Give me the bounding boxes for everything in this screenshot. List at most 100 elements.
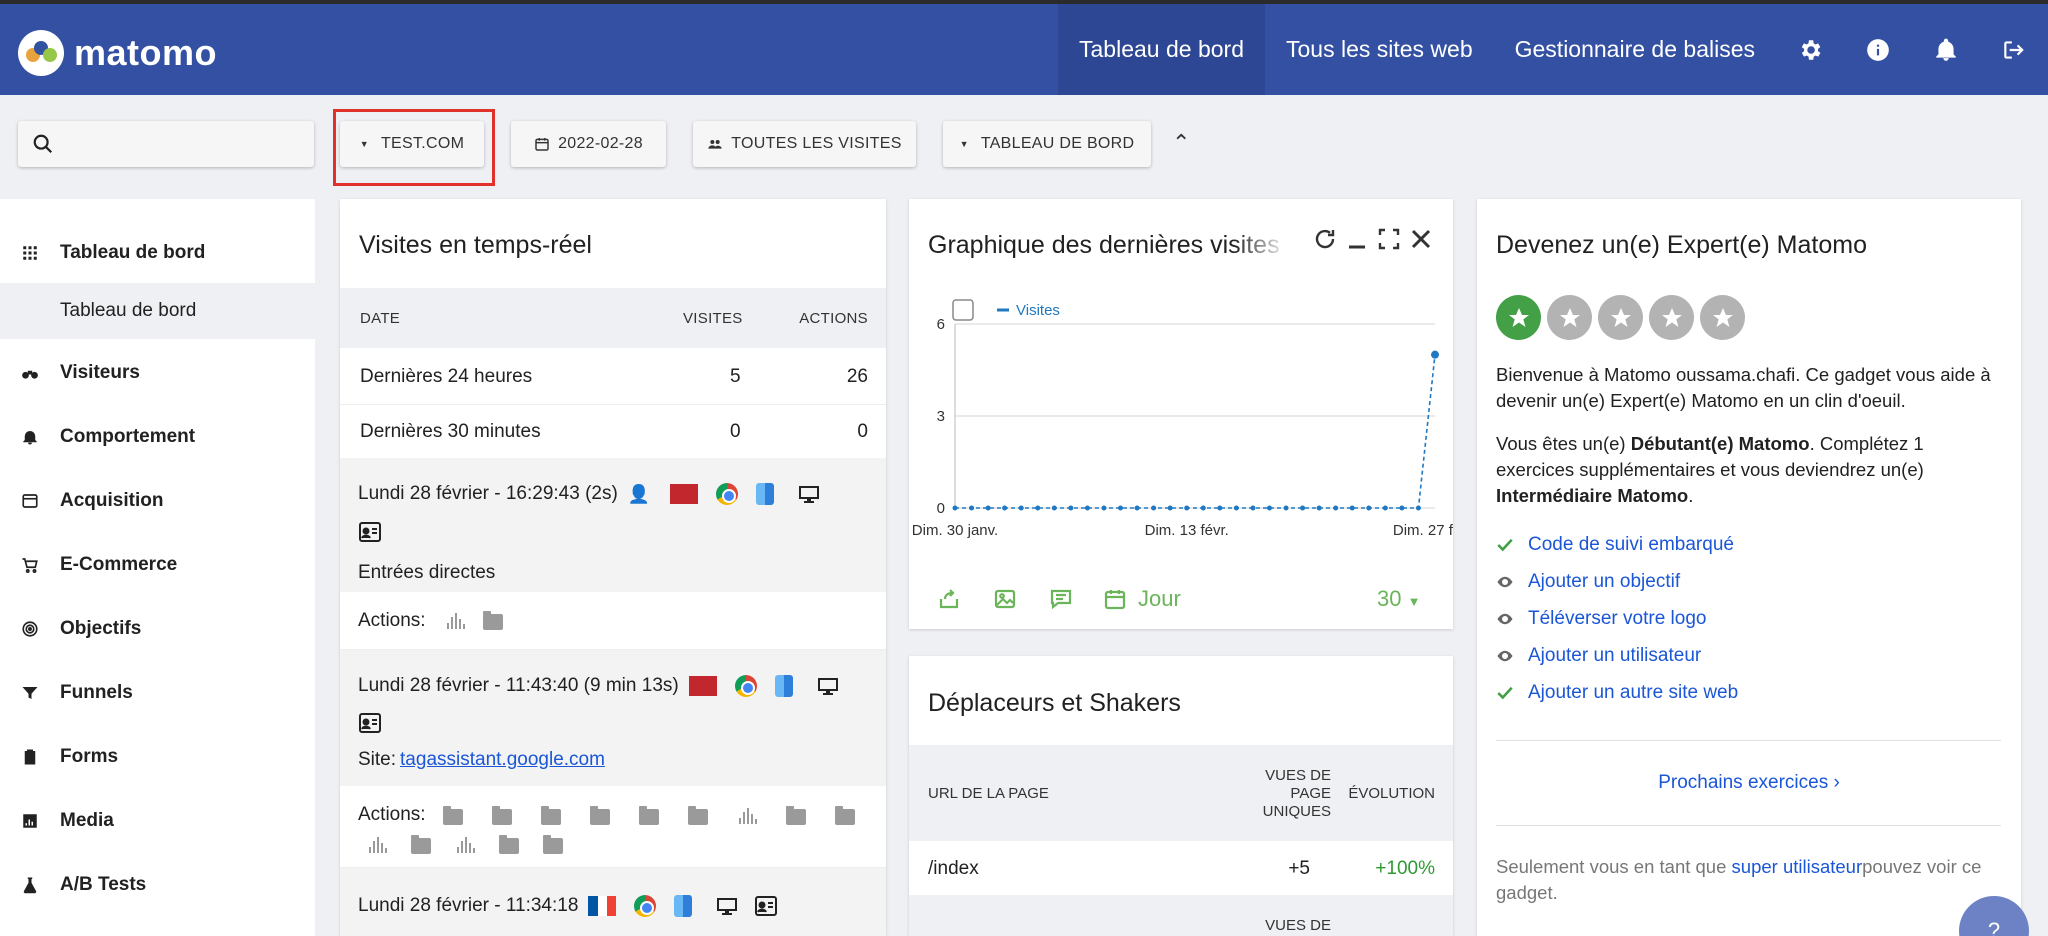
divider	[1496, 825, 2001, 826]
level-suffix: .	[1688, 485, 1694, 506]
next-exercises-link[interactable]: Prochains exercices ›	[1477, 772, 2021, 794]
folder-icon[interactable]	[499, 835, 519, 854]
task-tracking-code[interactable]: Code de suivi embarqué	[1496, 534, 1734, 556]
sidebar-item-behaviour[interactable]: Comportement	[0, 413, 315, 461]
refresh-icon[interactable]	[1313, 227, 1337, 251]
export-icon[interactable]	[937, 587, 961, 611]
row-label: Dernières 30 minutes	[360, 421, 541, 442]
sidebar-item-visitors[interactable]: Visiteurs	[0, 349, 315, 397]
maximize-icon[interactable]	[1377, 227, 1401, 251]
event-icon[interactable]	[367, 837, 387, 855]
footer-prefix: Seulement vous en tant que	[1496, 856, 1732, 877]
collapse-icon[interactable]: ⌃	[1172, 130, 1190, 156]
x-tick-label: Dim. 27 févr.	[1393, 522, 1453, 539]
task-label: Ajouter un objectif	[1528, 571, 1681, 592]
data-point	[1233, 505, 1239, 511]
caret-down-icon: ▼	[1407, 594, 1421, 609]
data-point	[1300, 505, 1306, 511]
folder-icon[interactable]	[590, 806, 610, 825]
data-point	[1316, 505, 1322, 511]
matomo-logo[interactable]: matomo	[18, 28, 217, 78]
y-tick-label: 6	[937, 316, 945, 333]
folder-icon[interactable]	[492, 806, 512, 825]
help-info-button[interactable]	[1844, 4, 1912, 95]
folder-icon[interactable]	[483, 611, 503, 630]
desktop-icon	[817, 678, 838, 695]
super-user-link[interactable]: super utilisateur	[1732, 856, 1863, 877]
calendar-icon[interactable]	[1103, 587, 1127, 611]
folder-icon[interactable]	[411, 835, 431, 854]
visit-entry[interactable]: Lundi 28 février - 16:29:43 (2s) 👤 Entré…	[340, 458, 886, 592]
event-icon[interactable]	[737, 808, 757, 826]
event-icon[interactable]	[455, 837, 475, 855]
sidebar-item-label: Acquisition	[60, 490, 164, 511]
folder-icon[interactable]	[835, 806, 855, 825]
minimize-icon[interactable]	[1345, 227, 1369, 251]
level-stars	[1496, 295, 1745, 340]
sidebar-item-media[interactable]: Media	[0, 797, 315, 845]
x-tick-label: Dim. 30 janv.	[912, 522, 998, 539]
visit-entry[interactable]: Lundi 28 février - 11:34:18	[340, 868, 886, 936]
chart-type-icon	[952, 299, 974, 321]
bell-icon	[23, 431, 37, 445]
date-selector-label: 2022-02-28	[558, 135, 643, 152]
period-selector[interactable]: Jour	[1138, 586, 1181, 612]
actions-label: Actions:	[358, 610, 426, 631]
limit-selector[interactable]: 30 ▼	[1377, 586, 1420, 612]
sidebar-item-label: Funnels	[60, 682, 133, 703]
current-level: Débutant(e) Matomo	[1630, 433, 1810, 454]
segment-selector[interactable]: TOUTES LES VISITES	[693, 121, 916, 167]
event-icon[interactable]	[884, 808, 886, 826]
task-add-goal[interactable]: Ajouter un objectif	[1496, 571, 1680, 593]
event-icon[interactable]	[445, 613, 465, 631]
sidebar-subitem-dashboard[interactable]: Tableau de bord	[0, 283, 315, 339]
dashboard-selector[interactable]: ▼ TABLEAU DE BORD	[943, 121, 1151, 167]
folder-icon[interactable]	[639, 806, 659, 825]
sidebar-item-forms[interactable]: Forms	[0, 733, 315, 781]
visitor-card-icon[interactable]	[358, 521, 382, 543]
topnav-all-websites[interactable]: Tous les sites web	[1265, 4, 1494, 95]
visit-entry[interactable]: Lundi 28 février - 11:43:40 (9 min 13s) …	[340, 650, 886, 786]
table-row[interactable]: /index +5 +100%	[909, 841, 1453, 895]
referrer-link[interactable]: tagassistant.google.com	[400, 749, 605, 771]
search-box[interactable]	[18, 121, 314, 167]
folder-icon[interactable]	[543, 835, 563, 854]
table-header: DATE VISITES ACTIONS	[340, 288, 886, 348]
image-icon[interactable]	[993, 587, 1017, 611]
sidebar-item-acquisition[interactable]: Acquisition	[0, 477, 315, 525]
folder-icon[interactable]	[786, 806, 806, 825]
task-add-website[interactable]: Ajouter un autre site web	[1496, 682, 1738, 704]
date-selector[interactable]: 2022-02-28	[511, 121, 666, 167]
settings-button[interactable]	[1776, 4, 1844, 95]
visits-line-chart[interactable]: 0 3 6 Dim. 30 janv. Dim. 13 févr. Dim. 27 fév…	[909, 295, 1453, 575]
flag-morocco-icon	[688, 676, 717, 696]
col-header-actions: ACTIONS	[799, 310, 868, 327]
sidebar-item-dashboard[interactable]: Tableau de bord	[0, 229, 315, 277]
close-icon[interactable]	[1409, 227, 1433, 251]
task-upload-logo[interactable]: Téléverser votre logo	[1496, 608, 1706, 630]
level-text: Vous êtes un(e) Débutant(e) Matomo. Comp…	[1496, 431, 2006, 509]
task-add-user[interactable]: Ajouter un utilisateur	[1496, 645, 1701, 667]
dashboard-selector-label: TABLEAU DE BORD	[980, 135, 1135, 152]
folder-icon[interactable]	[541, 806, 561, 825]
sidebar-item-label: Objectifs	[60, 618, 142, 639]
sidebar-item-funnels[interactable]: Funnels	[0, 669, 315, 717]
folder-icon[interactable]	[443, 806, 463, 825]
logout-icon	[2004, 40, 2024, 59]
sidebar-item-goals[interactable]: Objectifs	[0, 605, 315, 653]
sidebar-item-ecommerce[interactable]: E-Commerce	[0, 541, 315, 589]
annotation-icon[interactable]	[1049, 587, 1073, 611]
logout-button[interactable]	[1980, 4, 2048, 95]
topnav-tag-manager[interactable]: Gestionnaire de balises	[1494, 4, 1776, 95]
star-icon	[1649, 295, 1694, 340]
row-label: Dernières 24 heures	[360, 366, 533, 387]
visitor-profile-icon[interactable]: 👤	[628, 484, 650, 505]
flag-morocco-icon	[670, 484, 699, 504]
desktop-icon	[717, 898, 738, 915]
notifications-button[interactable]	[1912, 4, 1980, 95]
visitor-card-icon[interactable]	[358, 712, 382, 734]
sidebar-item-ab-tests[interactable]: A/B Tests	[0, 861, 315, 909]
topnav-dashboard[interactable]: Tableau de bord	[1058, 4, 1265, 95]
visitor-card-icon[interactable]	[754, 895, 778, 917]
folder-icon[interactable]	[688, 806, 708, 825]
